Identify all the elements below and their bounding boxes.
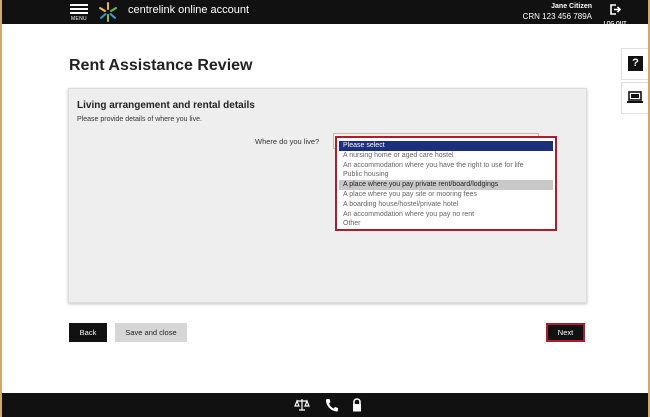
footer-bar: [2, 393, 648, 417]
logout-icon: [610, 4, 622, 15]
help-icon: ?: [628, 56, 643, 71]
menu-label: MENU: [71, 16, 87, 22]
section-description: Please provide details of where you live…: [77, 116, 202, 123]
help-button[interactable]: ?: [621, 48, 648, 80]
brand-title[interactable]: centrelink online account: [128, 4, 249, 16]
logout-label: LOG OUT: [603, 21, 627, 27]
back-button[interactable]: Back: [69, 323, 107, 342]
screen-tool-button[interactable]: [621, 82, 648, 114]
user-name: Jane Citizen: [551, 3, 592, 10]
centrelink-logo-icon: [99, 2, 117, 22]
window-frame-left: [0, 0, 2, 417]
option-nursing-home[interactable]: A nursing home or aged care hostel: [339, 151, 553, 161]
laptop-icon: [627, 91, 643, 103]
option-no-rent[interactable]: An accommodation where you pay no rent: [339, 210, 553, 220]
option-please-select[interactable]: Please select: [339, 141, 553, 151]
where-do-you-live-dropdown[interactable]: Please select A nursing home or aged car…: [335, 136, 557, 231]
lock-icon[interactable]: [349, 398, 365, 412]
top-header: MENU centrelink online account Jane Citi…: [2, 0, 648, 27]
phone-icon[interactable]: [323, 398, 339, 412]
logout-button[interactable]: LOG OUT: [600, 2, 630, 27]
option-right-to-use-for-life[interactable]: An accommodation where you have the righ…: [339, 161, 553, 171]
next-button[interactable]: Next: [546, 323, 585, 342]
page-title: Rent Assistance Review: [69, 57, 253, 74]
option-public-housing[interactable]: Public housing: [339, 170, 553, 180]
hamburger-icon: [68, 4, 90, 14]
scales-icon[interactable]: [294, 398, 310, 412]
option-site-mooring-fees[interactable]: A place where you pay site or mooring fe…: [339, 190, 553, 200]
where-do-you-live-label: Where do you live?: [255, 137, 320, 146]
option-boarding-house[interactable]: A boarding house/hostel/private hotel: [339, 200, 553, 210]
save-and-close-button[interactable]: Save and close: [115, 323, 187, 342]
user-info: Jane Citizen CRN 123 456 789A: [523, 2, 592, 22]
option-private-rent[interactable]: A place where you pay private rent/board…: [339, 180, 553, 190]
living-arrangement-panel: Living arrangement and rental details Pl…: [68, 88, 587, 303]
menu-button[interactable]: MENU: [68, 2, 90, 22]
user-crn: CRN 123 456 789A: [522, 12, 592, 21]
option-other[interactable]: Other: [339, 219, 553, 229]
section-heading: Living arrangement and rental details: [77, 100, 255, 111]
